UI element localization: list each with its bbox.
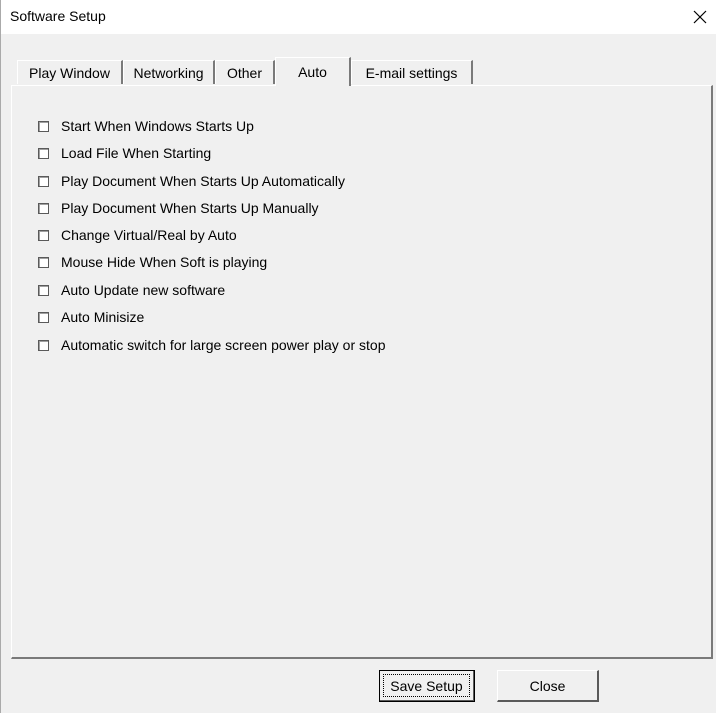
option-auto-update[interactable]: Auto Update new software [38,281,225,299]
option-label: Load File When Starting [61,145,212,161]
checkbox[interactable] [38,175,49,187]
option-label: Start When Windows Starts Up [61,118,254,134]
button-label: Close [529,677,566,694]
option-label: Mouse Hide When Soft is playing [61,254,268,270]
option-play-document-auto[interactable]: Play Document When Starts Up Automatical… [38,172,345,190]
close-button[interactable]: Close [497,670,599,702]
software-setup-window: Software Setup Play Window Networking Ot… [0,0,716,713]
option-start-when-windows-starts[interactable]: Start When Windows Starts Up [38,117,254,135]
window-title: Software Setup [10,8,106,24]
option-label: Auto Update new software [61,282,226,298]
tab-label: Networking [133,64,204,81]
checkbox[interactable] [38,202,49,214]
option-label: Play Document When Starts Up Manually [61,200,319,216]
close-icon-glyph [693,10,707,24]
tab-networking[interactable]: Networking [123,60,215,84]
checkbox[interactable] [38,311,49,323]
tab-label: Auto [298,64,327,80]
option-label: Play Document When Starts Up Automatical… [61,173,346,189]
option-mouse-hide[interactable]: Mouse Hide When Soft is playing [38,253,267,271]
checkbox[interactable] [38,120,49,132]
auto-tab-panel: Start When Windows Starts Up Load File W… [11,85,713,659]
checkbox[interactable] [38,339,49,351]
option-load-file-when-starting[interactable]: Load File When Starting [38,144,211,162]
tab-label: Other [226,64,262,81]
save-setup-button[interactable]: Save Setup [379,670,475,702]
option-label: Automatic switch for large screen power … [61,337,386,353]
option-play-document-manual[interactable]: Play Document When Starts Up Manually [38,199,319,217]
option-label: Auto Minisize [61,309,145,325]
option-change-virtual-real[interactable]: Change Virtual/Real by Auto [38,226,237,244]
tab-play-window[interactable]: Play Window [17,60,123,84]
option-label: Change Virtual/Real by Auto [61,227,237,243]
tab-label: E-mail settings [365,64,458,81]
option-auto-minisize[interactable]: Auto Minisize [38,308,144,326]
button-label: Save Setup [390,677,463,694]
close-icon[interactable] [683,0,716,34]
checkbox[interactable] [38,284,49,296]
tab-email-settings[interactable]: E-mail settings [351,60,473,84]
option-large-screen-power[interactable]: Automatic switch for large screen power … [38,336,385,354]
tab-label: Play Window [29,64,110,81]
checkbox[interactable] [38,229,49,241]
checkbox[interactable] [38,147,49,159]
tab-auto[interactable]: Auto [275,57,351,86]
title-bar: Software Setup [1,0,716,34]
tab-other[interactable]: Other [215,60,275,84]
checkbox[interactable] [38,256,49,268]
